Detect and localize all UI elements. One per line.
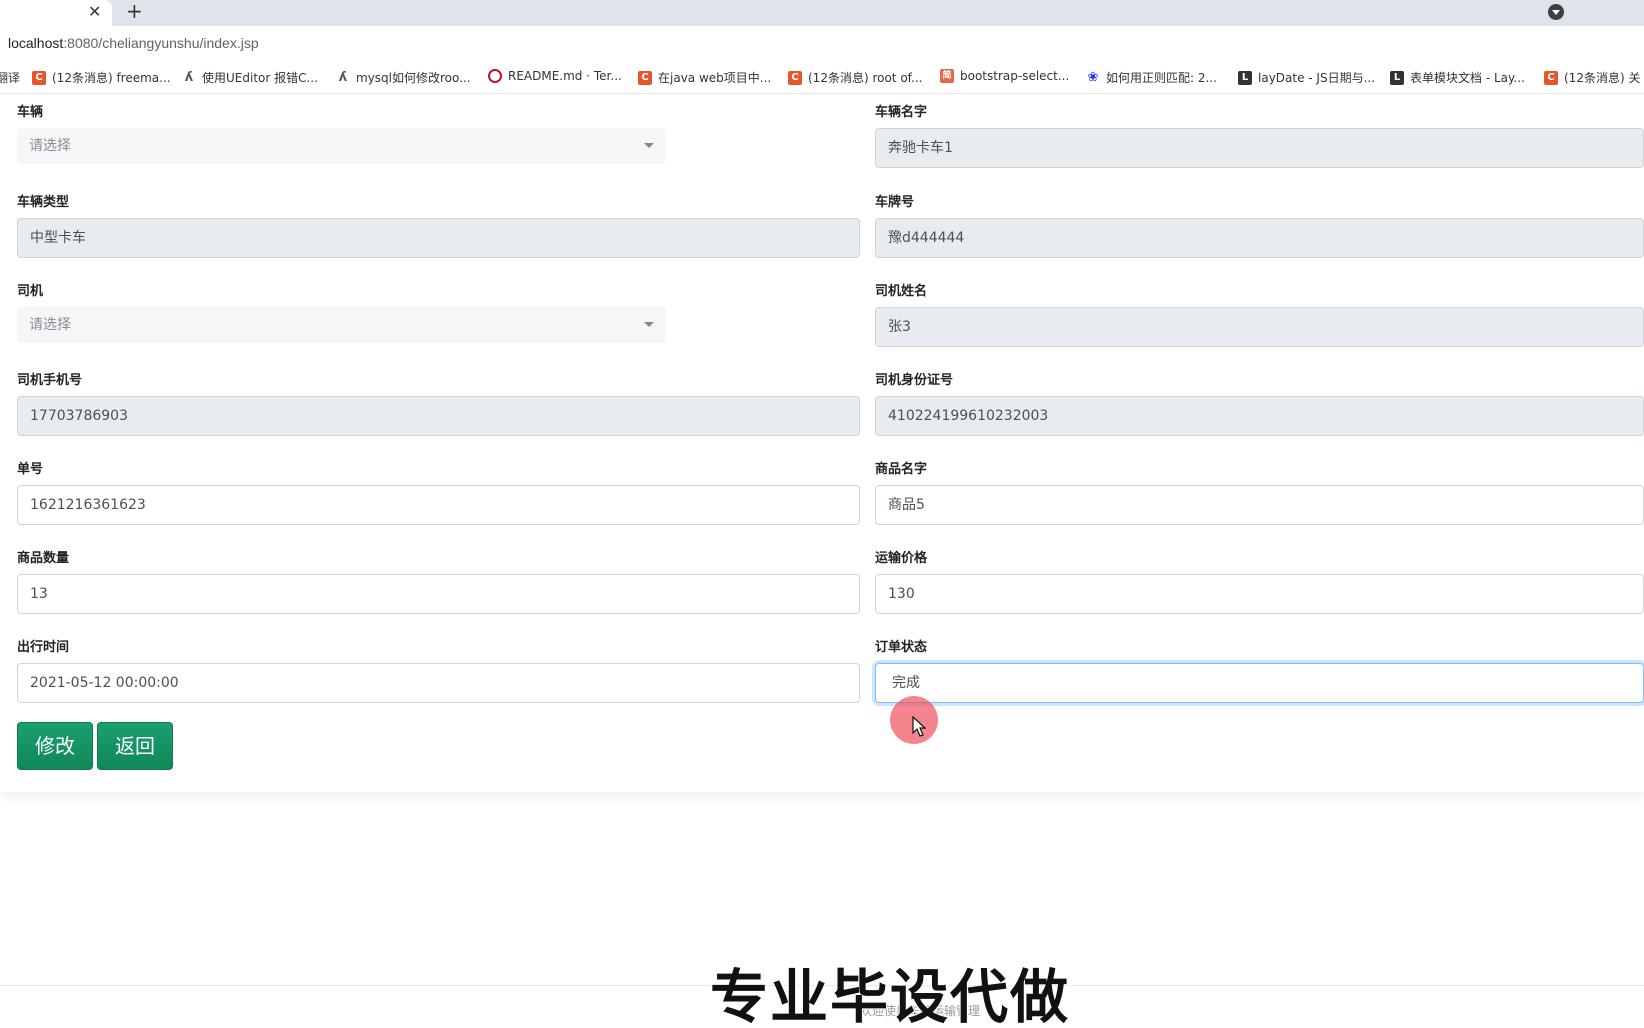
address-bar[interactable]: localhost:8080/cheliangyunshu/index.jsp — [0, 26, 1644, 62]
goods-name-input[interactable]: 商品5 — [875, 485, 1644, 525]
driver-id-label: 司机身份证号 — [875, 373, 954, 388]
bookmark-item[interactable]: ❀ 如何用正则匹配: 2... — [1086, 69, 1217, 86]
video-watermark: 专业毕设代做 — [709, 962, 1071, 1028]
layui-icon: L — [1390, 70, 1404, 85]
vehicle-type-label: 车辆类型 — [17, 195, 70, 210]
layui-icon: L — [1238, 70, 1252, 85]
bookmark-item[interactable]: C (12条消息) 关 — [1544, 69, 1640, 86]
driver-phone-field[interactable]: 17703786903 — [17, 396, 860, 436]
csdn-icon: C — [638, 70, 652, 85]
goods-name-label: 商品名字 — [875, 462, 928, 477]
goods-qty-input[interactable]: 13 — [17, 574, 860, 614]
driver-select[interactable]: 请选择 — [17, 307, 666, 343]
csdn-icon: C — [788, 70, 802, 85]
bookmark-item[interactable]: ʎ mysql如何修改roo... — [336, 69, 471, 86]
bookmark-item[interactable]: C 在java web项目中... — [638, 69, 771, 86]
ueditor-icon: ʎ — [182, 70, 196, 85]
driver-phone-label: 司机手机号 — [17, 373, 83, 388]
bookmark-item[interactable]: README.md · Ter... — [488, 69, 622, 83]
url-text[interactable]: localhost:8080/cheliangyunshu/index.jsp — [8, 35, 259, 51]
new-tab-icon[interactable]: + — [126, 0, 143, 23]
vehicle-type-field[interactable]: 中型卡车 — [17, 218, 860, 258]
csdn-icon: C — [1544, 70, 1558, 85]
vehicle-label: 车辆 — [17, 105, 44, 120]
csdn-icon: C — [32, 70, 46, 85]
bookmark-item[interactable]: C (12条消息) freema... — [32, 69, 171, 86]
chevron-down-icon — [644, 322, 654, 327]
mouse-pointer-icon — [912, 716, 927, 737]
bookmark-item[interactable]: C (12条消息) root of... — [788, 69, 922, 86]
baidu-paw-icon: ❀ — [1086, 69, 1100, 85]
order-status-label: 订单状态 — [875, 640, 928, 655]
order-status-input[interactable]: 完成 — [875, 663, 1644, 703]
browser-tab-active[interactable]: ✕ — [0, 0, 112, 26]
driver-name-label: 司机姓名 — [875, 284, 928, 299]
order-no-input[interactable]: 1621216361623 — [17, 485, 860, 525]
freight-price-label: 运输价格 — [875, 551, 928, 566]
bookmark-item[interactable]: LlayDate - JS日期与... — [1238, 69, 1375, 86]
bookmark-item[interactable]: L 表单模块文档 - Lay... — [1390, 69, 1525, 86]
plate-number-label: 车牌号 — [875, 195, 915, 210]
driver-label: 司机 — [17, 284, 44, 299]
bookmark-item[interactable]: ʎ 使用UEditor 报错C... — [182, 69, 318, 86]
driver-id-field[interactable]: 410224199610232003 — [875, 396, 1644, 436]
bookmark-item[interactable]: 简 bootstrap-select... — [940, 69, 1069, 83]
depart-time-input[interactable]: 2021-05-12 00:00:00 — [17, 663, 860, 703]
order-no-label: 单号 — [17, 462, 44, 477]
close-tab-icon[interactable]: ✕ — [88, 2, 101, 21]
bookmark-item[interactable]: 翻译 — [0, 69, 20, 86]
submit-edit-button[interactable]: 修改 — [17, 722, 93, 770]
goods-qty-label: 商品数量 — [17, 551, 70, 566]
tab-search-icon[interactable] — [1548, 4, 1564, 20]
vehicle-name-label: 车辆名字 — [875, 105, 928, 120]
bookmarks-bar: 翻译 C(12条消息) freema... ʎ使用UEditor 报错C... … — [0, 62, 1644, 94]
chevron-down-icon — [644, 143, 654, 148]
browser-tab-strip: ✕ + — [0, 0, 1644, 26]
driver-name-field[interactable]: 张3 — [875, 307, 1644, 347]
vehicle-select[interactable]: 请选择 — [17, 128, 666, 164]
jianshu-icon: 简 — [940, 69, 954, 83]
freight-price-input[interactable]: 130 — [875, 574, 1644, 614]
plate-number-field[interactable]: 豫d444444 — [875, 218, 1644, 258]
ueditor-icon: ʎ — [336, 70, 350, 85]
vehicle-name-field[interactable]: 奔驰卡车1 — [875, 128, 1644, 168]
gitee-icon — [488, 69, 502, 83]
back-button[interactable]: 返回 — [97, 722, 173, 770]
depart-time-label: 出行时间 — [17, 640, 70, 655]
